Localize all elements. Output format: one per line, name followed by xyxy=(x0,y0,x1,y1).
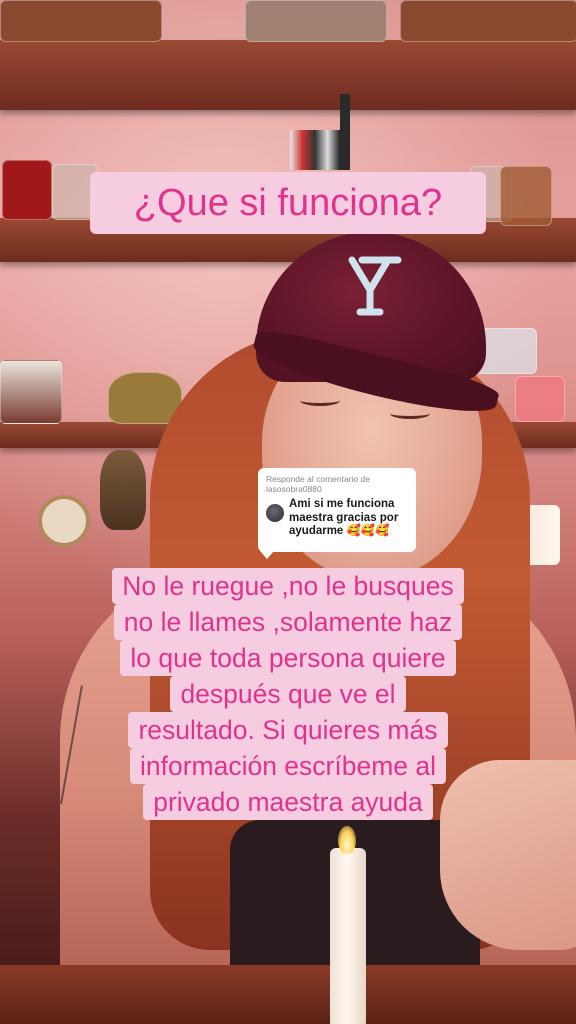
comment-text: Ami si me funciona maestra gracias por a… xyxy=(289,498,399,537)
caption-line: después que ve el xyxy=(170,676,406,712)
cap-logo xyxy=(340,250,410,331)
comment-reply-sticker[interactable]: Responde al comentario de lasosobra0880 … xyxy=(258,468,416,559)
comment-username: lasosobra0880 xyxy=(266,484,322,494)
caption-line: resultado. Si quieres más xyxy=(128,712,448,748)
caption-line: No le ruegue ,no le busques xyxy=(112,568,464,604)
caption-line: lo que toda persona quiere xyxy=(120,640,456,676)
red-candle xyxy=(2,160,52,220)
clock xyxy=(38,495,90,547)
owl-figurine xyxy=(100,450,146,530)
caption-overlay: No le ruegue ,no le busques no le llames… xyxy=(0,568,576,820)
top-shelf xyxy=(0,40,576,110)
title-overlay: ¿Que si funciona? xyxy=(90,172,486,234)
caption-line: no le llames ,solamente haz xyxy=(113,604,463,640)
title-text: ¿Que si funciona? xyxy=(133,181,443,224)
avatar xyxy=(266,504,284,522)
caption-line: información escríbeme al xyxy=(129,748,447,784)
caption-line: privado maestra ayuda xyxy=(143,784,433,820)
eye xyxy=(390,408,430,419)
herb-bag xyxy=(245,0,387,42)
jar xyxy=(515,376,565,422)
comment-reply-label: Responde al comentario de lasosobra0880 xyxy=(266,474,408,494)
jar xyxy=(500,166,552,226)
ny-logo-icon xyxy=(348,256,402,316)
books xyxy=(290,130,340,170)
book xyxy=(340,94,350,170)
table xyxy=(0,965,576,1024)
eye xyxy=(300,395,340,406)
flame xyxy=(338,826,356,854)
reply-label: Responde al comentario de xyxy=(266,474,370,484)
books-stack xyxy=(0,360,62,424)
herb-bag xyxy=(0,0,162,42)
herb-bag xyxy=(400,0,576,42)
white-candle xyxy=(330,848,366,1024)
